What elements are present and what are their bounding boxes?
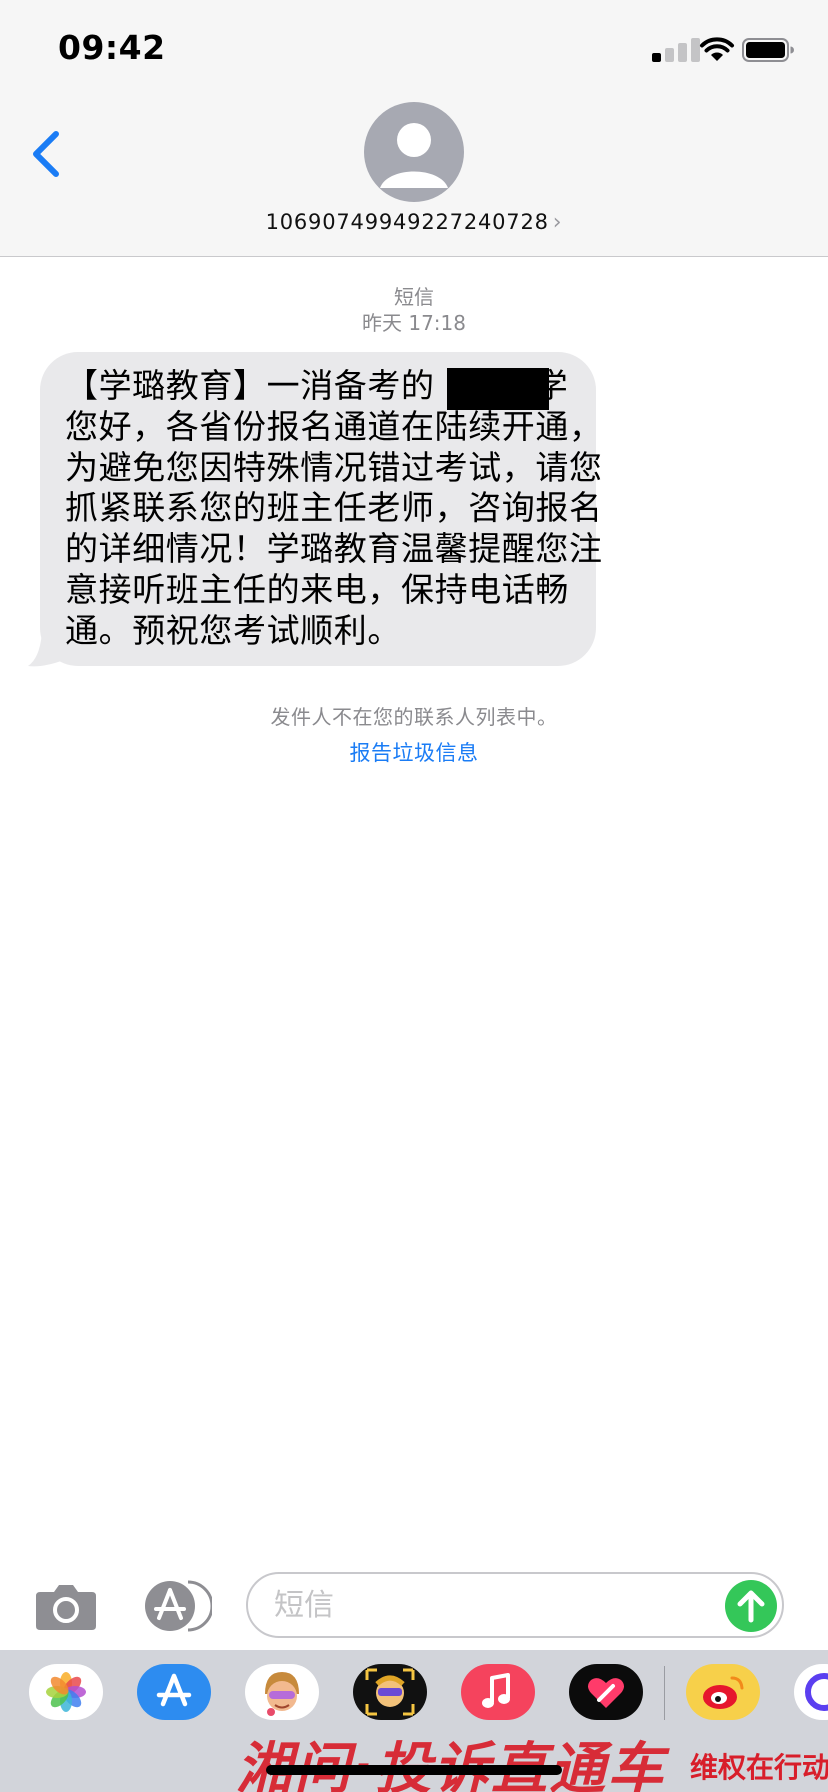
back-button[interactable]	[26, 124, 66, 184]
photos-icon	[46, 1672, 86, 1712]
animoji-icon	[365, 1668, 415, 1716]
app-store-button[interactable]	[140, 1580, 212, 1632]
watermark: 湘问·投诉直通车	[236, 1724, 665, 1792]
app-store-app[interactable]	[137, 1664, 211, 1720]
digital-touch-app[interactable]	[569, 1664, 643, 1720]
chevron-right-icon[interactable]: ›	[553, 210, 563, 235]
app-drawer: 湘问·投诉直通车 维权在行动	[0, 1650, 828, 1792]
status-time: 09:42	[58, 28, 166, 67]
music-app[interactable]	[461, 1664, 535, 1720]
more-app[interactable]	[794, 1664, 828, 1720]
drawer-divider	[664, 1666, 665, 1720]
message-input[interactable]	[272, 1582, 696, 1628]
message-timestamp: 昨天 17:18	[362, 311, 466, 335]
camera-button[interactable]	[34, 1582, 98, 1632]
contact-avatar[interactable]	[364, 102, 464, 202]
music-icon	[482, 1673, 510, 1708]
weibo-app[interactable]	[686, 1664, 760, 1720]
home-indicator[interactable]	[266, 1765, 562, 1775]
person-icon	[380, 123, 448, 188]
wifi-icon	[700, 37, 734, 61]
status-bar: 09:42	[0, 0, 828, 100]
memoji-app[interactable]	[245, 1664, 319, 1720]
conversation-header: 10690749949227240728 ›	[0, 100, 828, 257]
report-junk-link[interactable]: 报告垃圾信息	[0, 737, 828, 767]
message-bubble[interactable]: 【学璐教育】一消备考的 同学 您好，各省份报名通道在陆续开通， 为避免您因特殊情…	[40, 352, 602, 666]
cellular-signal-icon	[652, 36, 704, 62]
message-service-label: 短信	[394, 285, 434, 309]
more-app-icon	[805, 1673, 828, 1711]
contact-name[interactable]: 10690749949227240728 ›	[0, 210, 828, 235]
digital-touch-icon	[588, 1678, 624, 1708]
message-compose-field[interactable]	[246, 1572, 784, 1638]
battery-icon	[742, 38, 794, 62]
contact-number[interactable]: 10690749949227240728	[266, 210, 549, 234]
photos-app[interactable]	[29, 1664, 103, 1720]
send-button[interactable]	[725, 1580, 777, 1632]
unknown-sender-notice: 发件人不在您的联系人列表中。	[270, 705, 558, 729]
watermark-badge: 维权在行动	[690, 1751, 828, 1784]
memoji-icon	[265, 1672, 299, 1716]
app-store-icon	[156, 1673, 192, 1707]
redaction-box	[447, 368, 549, 410]
animoji-app[interactable]	[353, 1664, 427, 1720]
arrow-up-icon	[737, 1590, 765, 1623]
weibo-icon	[703, 1676, 744, 1709]
